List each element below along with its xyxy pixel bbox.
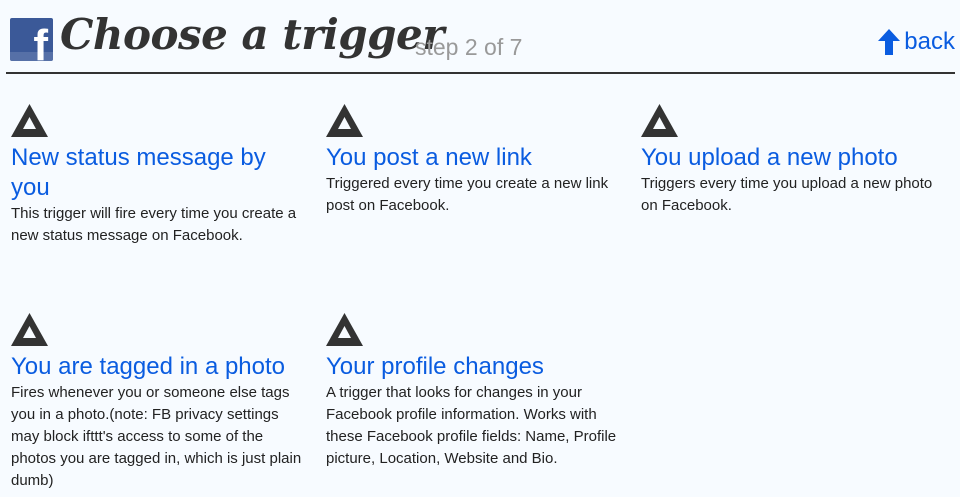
trigger-description: This trigger will fire every time you cr… [11, 205, 297, 244]
trigger-description: Fires whenever you or someone else tags … [11, 384, 302, 489]
facebook-logo-icon: f [10, 18, 53, 61]
trigger-description: Triggered every time you create a new li… [326, 175, 609, 214]
triangle-trigger-icon[interactable] [11, 104, 48, 137]
page-title: Choose a trigger [60, 10, 444, 59]
trigger-card: You upload a new photo Triggers every ti… [641, 104, 941, 217]
trigger-link[interactable]: You upload a new photo [641, 143, 941, 173]
triangle-trigger-icon[interactable] [11, 313, 48, 346]
trigger-link[interactable]: Your profile changes [326, 352, 626, 382]
back-link[interactable]: back [878, 28, 955, 56]
trigger-card: You post a new link Triggered every time… [326, 104, 626, 217]
trigger-description: A trigger that looks for changes in your… [326, 384, 617, 467]
triangle-trigger-icon[interactable] [641, 104, 678, 137]
step-indicator: step 2 of 7 [415, 34, 523, 60]
back-link-label: back [904, 28, 955, 55]
triangle-trigger-icon[interactable] [326, 104, 363, 137]
trigger-card: Your profile changes A trigger that look… [326, 313, 626, 470]
trigger-link[interactable]: You are tagged in a photo [11, 352, 311, 382]
trigger-card: You are tagged in a photo Fires whenever… [11, 313, 311, 492]
trigger-description: Triggers every time you upload a new pho… [641, 175, 933, 214]
trigger-card: New status message by you This trigger w… [11, 104, 311, 247]
triangle-trigger-icon[interactable] [326, 313, 363, 346]
page-header: f Choose a trigger step 2 of 7 back [6, 0, 955, 74]
trigger-link[interactable]: New status message by you [11, 143, 311, 203]
trigger-link[interactable]: You post a new link [326, 143, 626, 173]
up-arrow-icon [878, 29, 901, 55]
